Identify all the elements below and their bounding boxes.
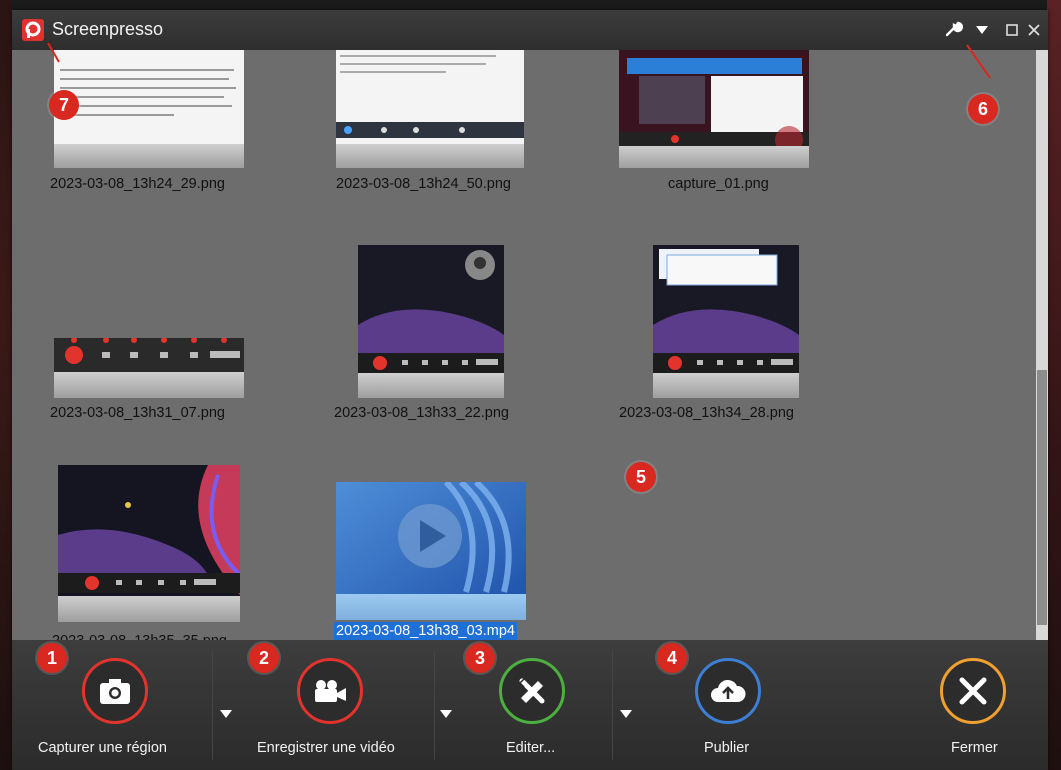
annotation-badge: 3	[465, 643, 495, 673]
file-name: 2023-03-08_13h33_22.png	[334, 405, 509, 421]
action-toolbar: Capturer une région Enregistrer une vidé…	[12, 640, 1048, 770]
close-x-icon	[940, 658, 1006, 724]
gallery-item[interactable]: 2023-03-08_13h31_07.png	[42, 245, 252, 425]
gallery-item[interactable]: 2023-03-08_13h33_22.png	[327, 245, 537, 425]
video-thumbnail[interactable]	[336, 482, 526, 620]
thumbnail-image[interactable]	[54, 50, 244, 168]
gallery-item[interactable]: 2023-03-08_13h34_28.png	[602, 245, 812, 425]
window-title: Screenpresso	[52, 19, 164, 39]
toolbar-label: Publier	[704, 740, 750, 756]
annotation-badge: 4	[657, 643, 687, 673]
thumbnail-image[interactable]	[358, 245, 504, 398]
file-name: capture_01.png	[668, 176, 769, 192]
edit-dropdown-arrow[interactable]	[620, 710, 632, 718]
toolbar-label: Enregistrer une vidéo	[257, 740, 395, 756]
screenpresso-logo-icon[interactable]	[22, 19, 44, 41]
file-name: 2023-03-08_13h34_28.png	[619, 405, 794, 421]
close-button[interactable]: Fermer	[907, 640, 1037, 770]
chevron-down-icon[interactable]	[970, 18, 994, 42]
file-name: 2023-03-08_13h24_50.png	[336, 176, 511, 192]
toolbar-label: Capturer une région	[38, 740, 167, 756]
gallery-item[interactable]: 2023-03-08_13h24_50.png	[327, 50, 537, 210]
camera-icon	[82, 658, 148, 724]
thumbnail-image[interactable]	[619, 50, 809, 168]
gallery-item-selected[interactable]: 2023-03-08_13h38_03.mp4	[327, 482, 537, 647]
toolbar-label: Editer...	[506, 740, 556, 756]
maximize-icon[interactable]	[1000, 18, 1024, 42]
annotation-badge: 2	[249, 643, 279, 673]
file-name: 2023-03-08_13h31_07.png	[50, 405, 225, 421]
thumbnail-image[interactable]	[336, 50, 524, 168]
title-bar: Screenpresso	[12, 10, 1048, 50]
capture-gallery[interactable]: 2023-03-08_13h24_29.png 2023-03-08_13h24…	[12, 50, 1048, 649]
thumbnail-image[interactable]	[58, 465, 240, 622]
toolbar-label: Fermer	[951, 740, 998, 756]
wrench-icon[interactable]	[942, 18, 966, 42]
desktop-edge-right	[1047, 0, 1061, 770]
gallery-item[interactable]: 2023-03-08_13h35_35.png	[42, 465, 252, 649]
video-dropdown-arrow[interactable]	[440, 710, 452, 718]
annotation-badge: 7	[49, 90, 79, 120]
gallery-item[interactable]: 2023-03-08_13h24_29.png	[42, 50, 252, 210]
video-camera-icon	[297, 658, 363, 724]
thumbnail-image[interactable]	[54, 338, 244, 398]
annotation-badge: 1	[37, 643, 67, 673]
file-name-selected[interactable]: 2023-03-08_13h38_03.mp4	[334, 622, 517, 640]
separator	[212, 650, 213, 760]
separator	[612, 650, 613, 760]
thumbnail-image[interactable]	[653, 245, 799, 398]
desktop-edge-left	[0, 0, 12, 770]
annotation-badge: 5	[626, 462, 656, 492]
capture-dropdown-arrow[interactable]	[220, 710, 232, 718]
scrollbar-thumb[interactable]	[1037, 370, 1047, 625]
screenpresso-window: Screenpresso 2023-03-08_13h24_29.png 202…	[12, 10, 1048, 770]
separator	[434, 650, 435, 760]
file-name: 2023-03-08_13h24_29.png	[50, 176, 225, 192]
close-icon[interactable]	[1022, 18, 1046, 42]
annotation-badge: 6	[968, 94, 998, 124]
edit-tools-icon	[499, 658, 565, 724]
gallery-item[interactable]: capture_01.png	[602, 50, 812, 210]
cloud-upload-icon	[695, 658, 761, 724]
